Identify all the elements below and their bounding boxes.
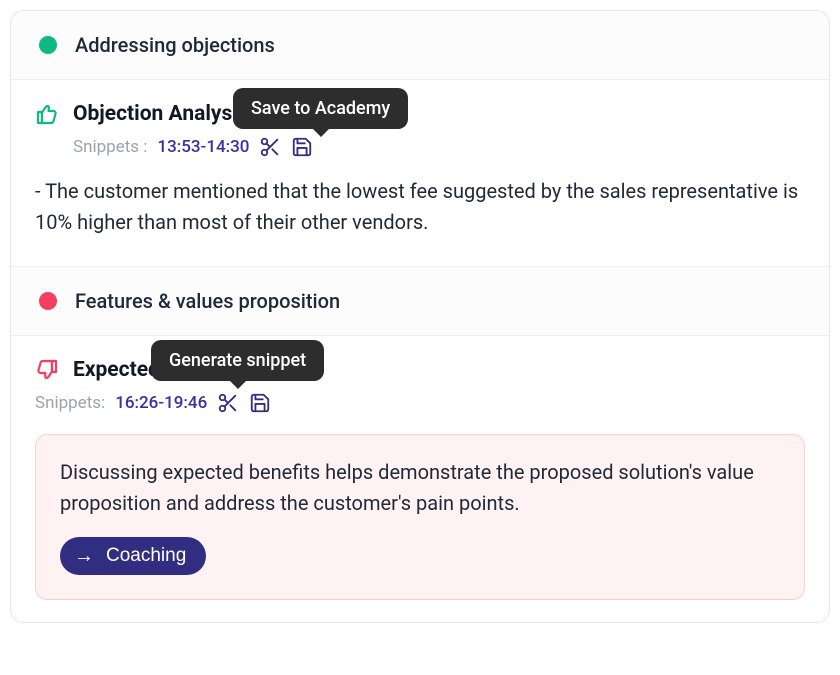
scissors-icon[interactable] xyxy=(259,136,281,158)
arrow-right-icon: → xyxy=(74,546,94,566)
section-header-features: Features & values proposition xyxy=(11,267,829,336)
status-dot-icon xyxy=(39,292,57,310)
block-objection-analysis: Save to Academy Objection Analysis Snipp… xyxy=(11,80,829,267)
section-header-objections: Addressing objections xyxy=(11,11,829,80)
snippet-row: Snippets : 13:53-14:30 xyxy=(73,136,805,158)
snippet-row: Snippets: 16:26-19:46 xyxy=(35,392,805,414)
insights-card: Addressing objections Save to Academy Ob… xyxy=(10,10,830,623)
thumbs-up-icon xyxy=(35,102,59,126)
snippet-time[interactable]: 16:26-19:46 xyxy=(115,393,207,413)
status-dot-icon xyxy=(39,36,57,54)
coaching-callout: Discussing expected benefits helps demon… xyxy=(35,434,805,600)
coaching-button-label: Coaching xyxy=(106,545,186,567)
snippet-label: Snippets: xyxy=(35,393,105,413)
block-title-row: Objection Analysis xyxy=(35,102,805,126)
block-title: Objection Analysis xyxy=(73,102,249,126)
block-expected-benefits: Generate snippet Expected Benefits Snipp… xyxy=(11,336,829,622)
save-icon[interactable] xyxy=(249,392,271,414)
section-header-label: Addressing objections xyxy=(75,33,275,57)
save-icon[interactable] xyxy=(291,136,313,158)
thumbs-down-icon xyxy=(35,358,59,382)
coaching-button[interactable]: → Coaching xyxy=(60,537,206,575)
snippet-time[interactable]: 13:53-14:30 xyxy=(157,137,249,157)
tooltip-save-academy: Save to Academy xyxy=(233,88,408,129)
block-body-text: - The customer mentioned that the lowest… xyxy=(35,176,805,238)
scissors-icon[interactable] xyxy=(217,392,239,414)
snippet-label: Snippets : xyxy=(73,137,147,157)
tooltip-generate-snippet: Generate snippet xyxy=(151,340,324,381)
section-header-label: Features & values proposition xyxy=(75,289,340,313)
callout-text: Discussing expected benefits helps demon… xyxy=(60,457,780,519)
